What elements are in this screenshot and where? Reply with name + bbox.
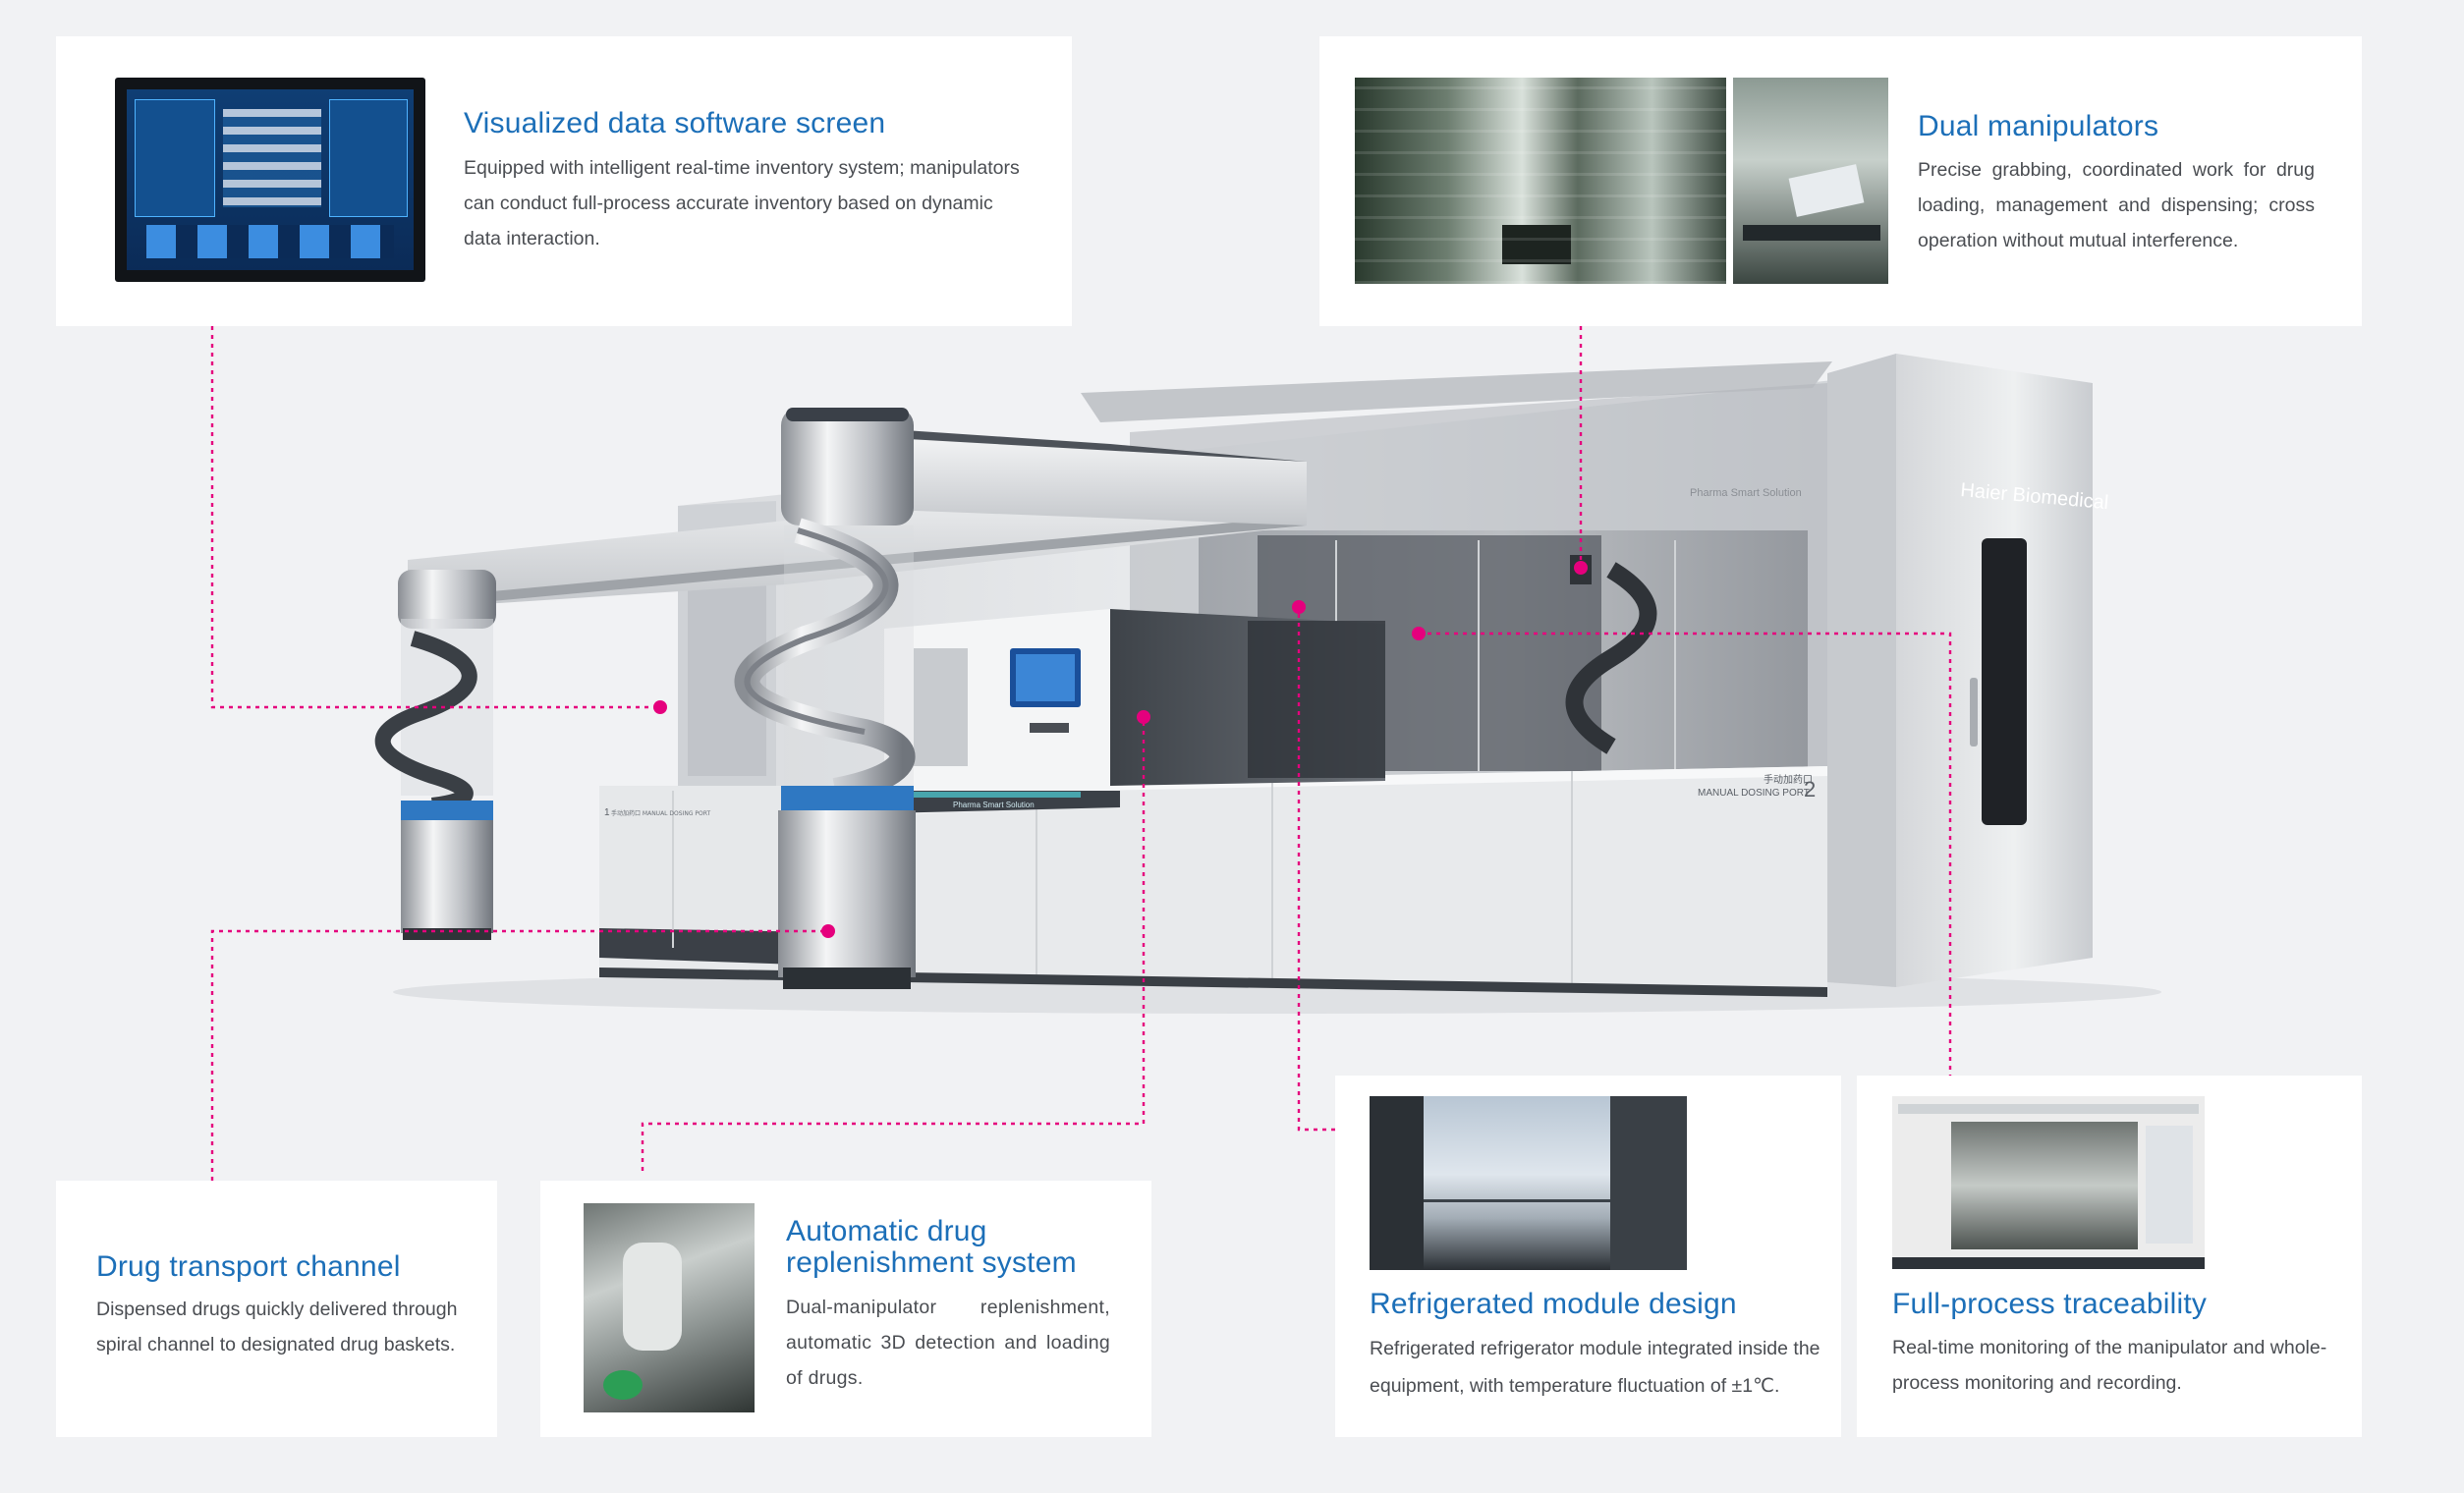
warehouse-aisle-photo — [1355, 78, 1726, 284]
port-label-left-text: 手动加药口 MANUAL DOSING PORT — [611, 809, 710, 817]
replenishment-title: Automatic drug replenishment system — [786, 1215, 1077, 1279]
port-number-left-text: 1 — [604, 807, 610, 818]
callout-dot-replenishment — [1137, 710, 1150, 724]
software-screen-title: Visualized data software screen — [464, 107, 886, 139]
callout-dot-transport — [821, 924, 835, 938]
port-label-text: MANUAL DOSING PORT — [1698, 788, 1810, 799]
drug-transport-title: Drug transport channel — [96, 1250, 401, 1283]
manipulator-closeup-photo — [1733, 78, 1888, 284]
dual-manipulators-title: Dual manipulators — [1918, 110, 2159, 142]
replenishment-robot-photo — [584, 1203, 755, 1412]
feature-card-traceability: Full-process traceability Real-time moni… — [1857, 1076, 2362, 1437]
feature-card-refrigerated: Refrigerated module design Refrigerated … — [1335, 1076, 1841, 1437]
software-screen-photo — [115, 78, 425, 282]
traceability-title: Full-process traceability — [1892, 1288, 2208, 1320]
callout-dot-manipulators — [1574, 561, 1588, 575]
tagline-text: Pharma Smart Solution — [1690, 487, 1802, 499]
refrigerated-description: Refrigerated refrigerator module integra… — [1370, 1338, 1820, 1397]
dual-manipulators-description: Precise grabbing, coordinated work for d… — [1918, 159, 2315, 251]
callout-dot-refrigerated — [1292, 600, 1306, 614]
callout-dot-software — [653, 700, 667, 714]
traceability-monitor-photo — [1892, 1096, 2205, 1269]
refrigerated-module-photo — [1370, 1096, 1687, 1270]
drug-transport-description: Dispensed drugs quickly delivered throug… — [96, 1299, 458, 1355]
port-number-text: 2 — [1804, 777, 1816, 802]
refrigerated-title: Refrigerated module design — [1370, 1288, 1737, 1320]
replenishment-description: Dual-manipulator replenishment, automati… — [786, 1297, 1110, 1389]
software-screen-description: Equipped with intelligent real-time inve… — [464, 157, 1020, 249]
feature-card-dual-manipulators: Dual manipulators Precise grabbing, coor… — [1319, 36, 2362, 326]
feature-card-software-screen: Visualized data software screen Equipped… — [56, 36, 1072, 326]
traceability-description: Real-time monitoring of the manipulator … — [1892, 1337, 2327, 1394]
feature-card-drug-transport: Drug transport channel Dispensed drugs q… — [56, 1181, 497, 1437]
callout-dot-traceability — [1412, 627, 1426, 640]
tagline-lower-text: Pharma Smart Solution — [953, 801, 1035, 809]
feature-card-replenishment: Automatic drug replenishment system Dual… — [540, 1181, 1151, 1437]
